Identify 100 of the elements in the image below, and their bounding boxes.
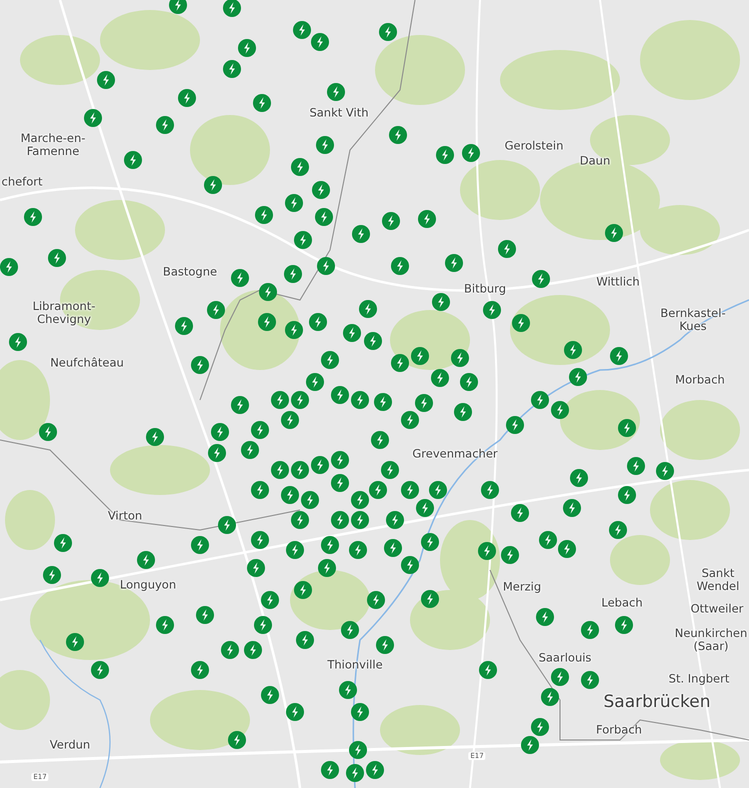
bolt-marker-icon[interactable] [348,540,368,560]
bolt-marker-icon[interactable] [414,394,434,412]
bolt-marker-icon[interactable] [156,116,174,134]
bolt-marker-icon[interactable] [350,702,370,722]
bolt-marker-icon[interactable] [42,566,62,584]
bolt-marker-icon[interactable] [296,630,314,650]
bolt-marker-icon[interactable] [358,300,378,318]
bolt-marker-icon[interactable] [342,324,362,342]
bolt-marker-icon[interactable] [316,256,336,276]
bolt-marker-icon[interactable] [230,396,250,414]
bolt-marker-icon[interactable] [562,498,582,518]
bolt-marker-icon[interactable] [280,410,300,430]
bolt-marker-icon[interactable] [454,402,472,422]
bolt-marker-icon[interactable] [206,300,226,320]
bolt-marker-icon[interactable] [250,530,270,550]
bolt-marker-icon[interactable] [290,510,310,530]
bolt-marker-icon[interactable] [384,538,402,558]
bolt-marker-icon[interactable] [314,208,334,226]
bolt-marker-icon[interactable] [346,764,364,782]
bolt-marker-icon[interactable] [174,316,194,336]
bolt-marker-icon[interactable] [366,760,384,780]
bolt-marker-icon[interactable] [530,390,550,410]
bolt-marker-icon[interactable] [580,670,600,690]
bolt-marker-icon[interactable] [222,0,242,18]
bolt-marker-icon[interactable] [410,346,430,366]
bolt-marker-icon[interactable] [350,490,370,510]
bolt-marker-icon[interactable] [530,718,550,736]
bolt-marker-icon[interactable] [482,300,502,320]
bolt-marker-icon[interactable] [462,144,480,162]
bolt-marker-icon[interactable] [420,532,440,552]
bolt-marker-icon[interactable] [538,530,558,550]
bolt-marker-icon[interactable] [284,320,304,340]
bolt-marker-icon[interactable] [330,474,350,492]
bolt-marker-icon[interactable] [258,312,276,332]
bolt-marker-icon[interactable] [498,240,516,258]
bolt-marker-icon[interactable] [292,20,312,40]
bolt-marker-icon[interactable] [24,208,42,226]
bolt-marker-icon[interactable] [286,702,304,722]
bolt-marker-icon[interactable] [190,536,210,554]
bolt-marker-icon[interactable] [250,420,270,440]
bolt-marker-icon[interactable] [54,534,72,552]
bolt-marker-icon[interactable] [222,60,242,78]
bolt-marker-icon[interactable] [284,194,304,212]
bolt-marker-icon[interactable] [604,224,624,242]
bolt-marker-icon[interactable] [218,516,236,534]
bolt-marker-icon[interactable] [196,606,214,624]
bolt-marker-icon[interactable] [294,230,312,250]
bolt-marker-icon[interactable] [382,212,400,230]
bolt-marker-icon[interactable] [380,460,400,480]
bolt-marker-icon[interactable] [310,32,330,52]
bolt-marker-icon[interactable] [400,410,420,430]
bolt-marker-icon[interactable] [338,680,358,700]
bolt-marker-icon[interactable] [386,510,404,530]
bolt-marker-icon[interactable] [444,254,464,272]
bolt-marker-icon[interactable] [84,108,102,128]
bolt-marker-icon[interactable] [432,292,450,312]
bolt-marker-icon[interactable] [500,546,520,564]
bolt-marker-icon[interactable] [290,158,310,176]
bolt-marker-icon[interactable] [252,94,272,112]
bolt-marker-icon[interactable] [260,590,280,610]
bolt-marker-icon[interactable] [320,350,340,370]
bolt-marker-icon[interactable] [270,390,290,410]
bolt-marker-icon[interactable] [532,270,550,288]
bolt-marker-icon[interactable] [400,480,420,500]
bolt-marker-icon[interactable] [254,616,272,634]
bolt-marker-icon[interactable] [370,430,390,450]
bolt-marker-icon[interactable] [436,146,454,164]
bolt-marker-icon[interactable] [348,740,368,760]
bolt-marker-icon[interactable] [290,460,310,480]
bolt-marker-icon[interactable] [478,542,496,560]
bolt-marker-icon[interactable] [310,456,330,474]
bolt-marker-icon[interactable] [254,206,274,224]
bolt-marker-icon[interactable] [330,386,350,404]
bolt-marker-icon[interactable] [330,510,350,530]
bolt-marker-icon[interactable] [610,346,628,366]
bolt-marker-icon[interactable] [564,340,582,360]
bolt-marker-icon[interactable] [364,332,382,350]
bolt-marker-icon[interactable] [478,660,498,680]
bolt-marker-icon[interactable] [558,540,576,558]
bolt-marker-icon[interactable] [520,736,540,754]
bolt-marker-icon[interactable] [618,486,636,504]
bolt-marker-icon[interactable] [350,510,370,530]
bolt-marker-icon[interactable] [228,730,246,750]
bolt-marker-icon[interactable] [450,348,470,368]
bolt-marker-icon[interactable] [286,540,304,560]
bolt-marker-icon[interactable] [246,558,266,578]
bolt-marker-icon[interactable] [418,210,436,228]
bolt-marker-icon[interactable] [368,480,388,500]
bolt-marker-icon[interactable] [374,392,392,412]
bolt-marker-icon[interactable] [390,354,410,372]
bolt-marker-icon[interactable] [136,550,156,570]
bolt-marker-icon[interactable] [316,136,334,154]
bolt-marker-icon[interactable] [208,444,226,462]
bolt-marker-icon[interactable] [260,686,280,704]
bolt-marker-icon[interactable] [38,422,58,442]
bolt-marker-icon[interactable] [416,498,434,518]
bolt-marker-icon[interactable] [240,440,260,460]
bolt-marker-icon[interactable] [320,536,340,554]
bolt-marker-icon[interactable] [280,486,300,504]
bolt-marker-icon[interactable] [204,176,222,194]
